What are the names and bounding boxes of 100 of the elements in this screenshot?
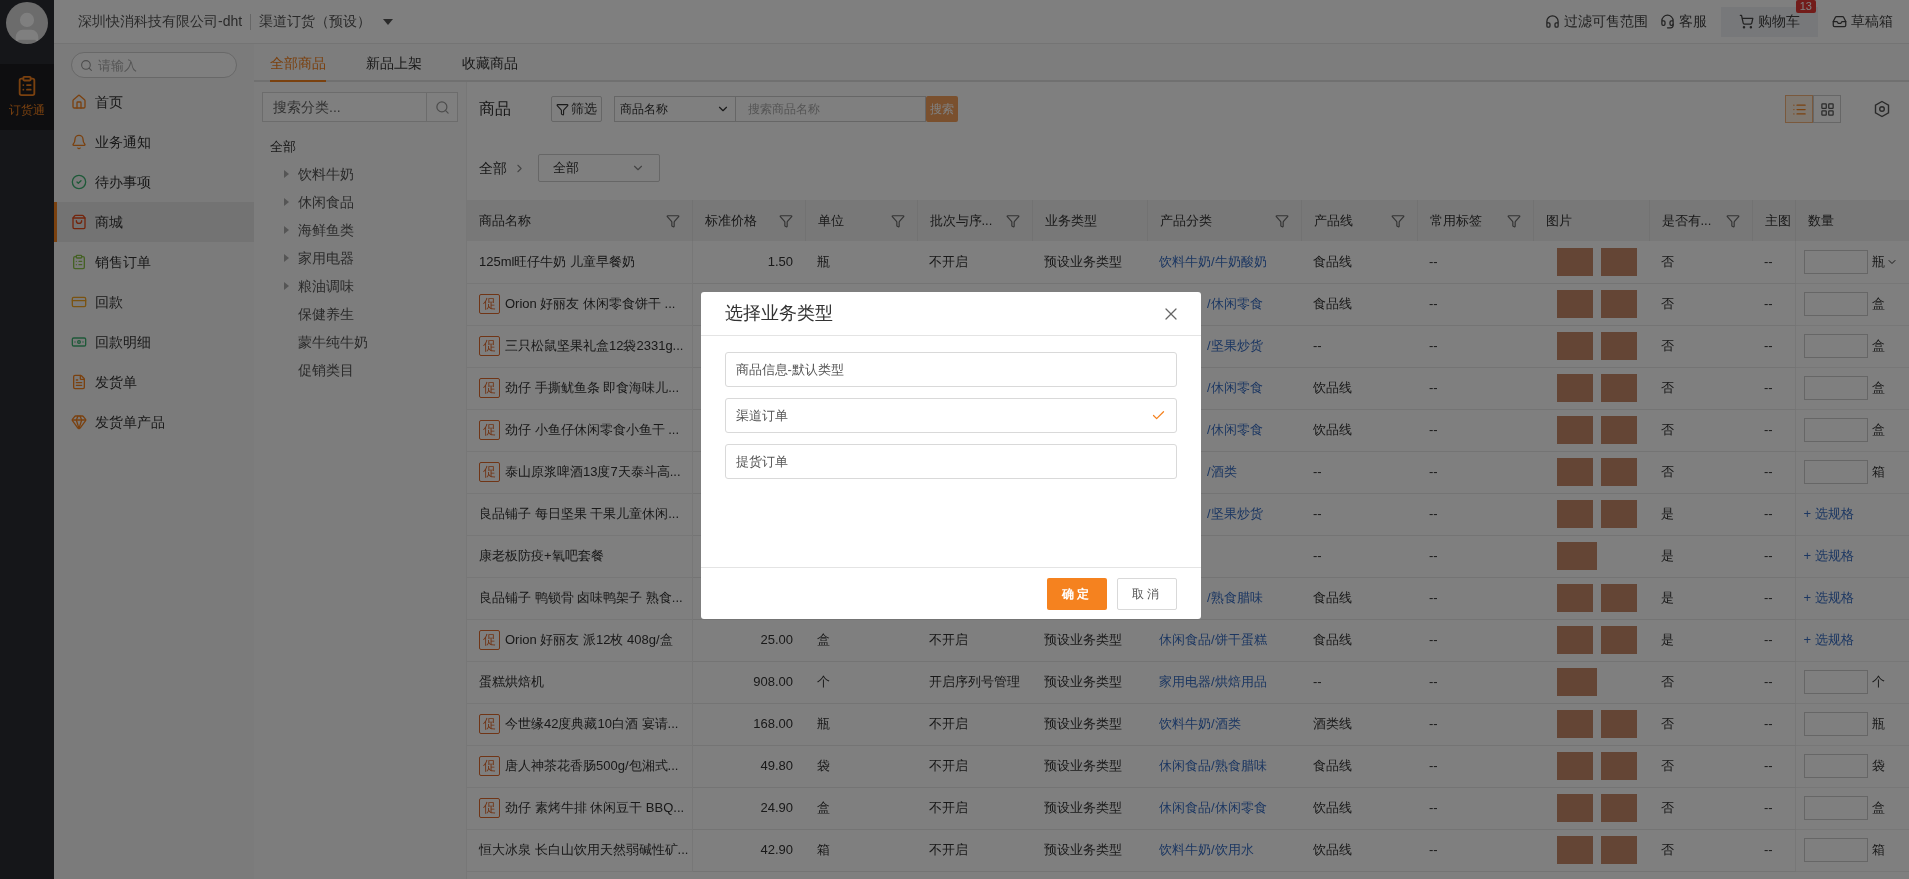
confirm-button[interactable]: 确定 xyxy=(1046,577,1107,610)
bell-icon xyxy=(71,134,87,150)
tag-value: -- xyxy=(1429,422,1438,438)
filter-icon[interactable] xyxy=(1506,213,1521,228)
sidebar-item[interactable]: 销售订单 xyxy=(54,242,254,282)
filter-icon[interactable] xyxy=(1725,213,1740,228)
tab[interactable]: 收藏商品 xyxy=(462,46,518,82)
category-link[interactable]: 饮料牛奶/酒类 xyxy=(1159,716,1241,732)
sidebar-item[interactable]: 业务通知 xyxy=(54,122,254,162)
sidebar-item[interactable]: 待办事项 xyxy=(54,162,254,202)
option-item[interactable]: 商品信息-默认类型 xyxy=(724,352,1177,387)
cart-icon xyxy=(1739,14,1754,29)
filter-icon[interactable] xyxy=(1390,213,1405,228)
category-link[interactable]: 休闲食品/饼干蛋糕 xyxy=(1159,632,1267,648)
tab[interactable]: 新品上架 xyxy=(366,46,422,82)
quantity-field[interactable] xyxy=(1803,292,1868,316)
search-button[interactable] xyxy=(427,92,458,122)
quantity-field[interactable] xyxy=(1803,712,1868,736)
sidebar-item[interactable]: 回款明细 xyxy=(54,322,254,362)
top-link[interactable]: 草稿箱 xyxy=(1826,6,1899,37)
quantity-field[interactable] xyxy=(1803,670,1868,694)
filter-icon[interactable] xyxy=(1274,213,1289,228)
category-select[interactable]: 全部 xyxy=(538,154,660,182)
quantity-field[interactable] xyxy=(1803,460,1868,484)
tree-item[interactable]: 粮油调味 xyxy=(262,272,458,300)
channel-dropdown[interactable]: 渠道订货（预设） xyxy=(259,11,394,32)
tree-item[interactable]: 饮料牛奶 xyxy=(262,160,458,188)
quantity-field[interactable] xyxy=(1803,334,1868,358)
category-link[interactable]: 休闲食品/熟食腊味 xyxy=(1159,758,1267,774)
gem-icon xyxy=(71,414,87,430)
category-link[interactable]: /休闲零食 xyxy=(1207,422,1263,438)
filter-icon[interactable] xyxy=(1005,213,1020,228)
main-image-value: -- xyxy=(1764,506,1773,522)
count-badge: 13 xyxy=(1795,0,1816,13)
photo-placeholder xyxy=(1557,584,1593,612)
quantity-field[interactable] xyxy=(1803,754,1868,778)
select-spec-link[interactable]: + 选规格 xyxy=(1803,590,1854,606)
tree-item[interactable]: 蒙牛纯牛奶 xyxy=(262,328,458,356)
product-line: 酒类线 xyxy=(1313,716,1352,732)
cancel-button[interactable]: 取消 xyxy=(1116,577,1177,610)
photo-placeholder xyxy=(1601,794,1637,822)
main-image-value: -- xyxy=(1764,758,1773,774)
top-link[interactable]: 过滤可售范围 xyxy=(1539,6,1654,37)
category-link[interactable]: 饮料牛奶/牛奶酸奶 xyxy=(1159,254,1267,269)
grid-view-button[interactable] xyxy=(1813,95,1841,123)
quantity-field[interactable] xyxy=(1803,418,1868,442)
settings-icon[interactable] xyxy=(1873,100,1891,118)
quantity-field[interactable] xyxy=(1803,838,1868,862)
sidebar-item[interactable]: 发货单 xyxy=(54,362,254,402)
top-link[interactable]: 客服 xyxy=(1654,6,1713,37)
category-link[interactable]: 饮料牛奶/饮用水 xyxy=(1159,842,1254,858)
filter-button[interactable]: 筛选 xyxy=(551,96,602,122)
photo-placeholder xyxy=(1557,752,1593,780)
product-line: -- xyxy=(1313,548,1322,564)
business-type: 预设业务类型 xyxy=(1044,674,1122,690)
select-spec-link[interactable]: + 选规格 xyxy=(1803,632,1854,648)
category-link[interactable]: /坚果炒货 xyxy=(1207,506,1263,522)
tree-item[interactable]: 休闲食品 xyxy=(262,188,458,216)
list-view-button[interactable] xyxy=(1785,95,1813,123)
avatar[interactable] xyxy=(6,2,48,44)
category-link[interactable]: 休闲食品/休闲零食 xyxy=(1159,800,1267,816)
main-image-value: -- xyxy=(1764,422,1773,438)
select-spec-link[interactable]: + 选规格 xyxy=(1803,548,1854,564)
category-link[interactable]: /酒类 xyxy=(1207,464,1237,480)
filter-icon[interactable] xyxy=(778,213,793,228)
field-select[interactable]: 商品名称 xyxy=(614,96,736,122)
product-line: 食品线 xyxy=(1313,296,1352,312)
category-link[interactable]: /休闲零食 xyxy=(1207,380,1263,396)
tree-item[interactable]: 全部 xyxy=(262,134,458,160)
tree-item[interactable]: 促销类目 xyxy=(262,356,458,384)
sidebar-item[interactable]: 商城 xyxy=(54,202,254,242)
spec-value: 是 xyxy=(1661,632,1674,648)
category-link[interactable]: 家用电器/烘焙用品 xyxy=(1159,674,1267,690)
sidebar-item[interactable]: 发货单产品 xyxy=(54,402,254,442)
photo-placeholder xyxy=(1601,500,1637,528)
unit: 盒 xyxy=(1871,799,1885,818)
product-line: 饮品线 xyxy=(1313,422,1352,438)
search-field[interactable]: 搜索分类... xyxy=(262,92,427,122)
photo-placeholder xyxy=(1601,290,1637,318)
select-spec-link[interactable]: + 选规格 xyxy=(1803,506,1854,522)
quantity-field[interactable] xyxy=(1803,249,1868,274)
option-item[interactable]: 渠道订单 xyxy=(724,398,1177,433)
tree-item[interactable]: 海鲜鱼类 xyxy=(262,216,458,244)
sidebar-item[interactable]: 回款 xyxy=(54,282,254,322)
category-link[interactable]: /坚果炒货 xyxy=(1207,338,1263,354)
filter-icon[interactable] xyxy=(665,213,680,228)
filter-icon[interactable] xyxy=(890,213,905,228)
quantity-field[interactable] xyxy=(1803,376,1868,400)
app-tab[interactable]: 订货通 xyxy=(0,64,54,130)
option-item[interactable]: 提货订单 xyxy=(724,444,1177,479)
search-icon xyxy=(80,59,93,72)
banknote-icon xyxy=(71,334,87,350)
tree-item[interactable]: 家用电器 xyxy=(262,244,458,272)
sidebar-item[interactable]: 首页 xyxy=(54,82,254,122)
category-link[interactable]: /熟食腊味 xyxy=(1207,590,1263,606)
quantity-field[interactable] xyxy=(1803,796,1868,820)
product-name: 劲仔 手撕鱿鱼条 即食海味儿... xyxy=(505,379,680,398)
photo-placeholder xyxy=(1601,332,1637,360)
tree-item[interactable]: 保健养生 xyxy=(262,300,458,328)
category-link[interactable]: /休闲零食 xyxy=(1207,296,1263,312)
